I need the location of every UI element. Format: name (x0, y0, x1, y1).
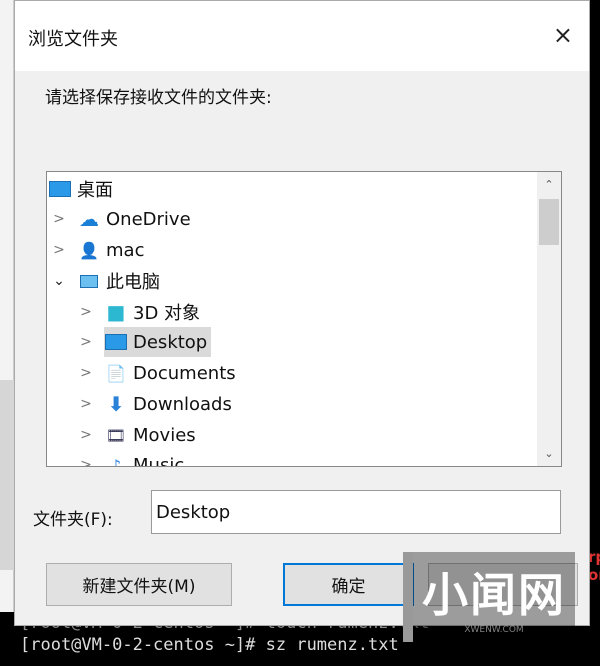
scroll-down-icon[interactable]: ⌄ (537, 447, 561, 460)
scroll-up-icon[interactable]: ⌃ (537, 178, 561, 191)
cube-icon: ■ (106, 300, 126, 324)
tree-item-label: Desktop (133, 331, 208, 353)
background-window-edge (0, 0, 14, 620)
user-folder-icon: 👤 (79, 240, 99, 260)
prompt-text: 请选择保存接收文件的文件夹: (45, 88, 272, 108)
desktop-icon (48, 179, 72, 199)
tree-item-label: 桌面 (77, 180, 113, 201)
film-icon: 🎞 (105, 425, 127, 445)
desktop-icon (104, 332, 128, 352)
dialog-title: 浏览文件夹 (28, 29, 118, 50)
watermark: 小闻网 XWENW.COM (403, 552, 575, 642)
chevron-right-icon[interactable]: > (78, 334, 94, 350)
chevron-right-icon[interactable]: > (51, 242, 67, 258)
folder-input[interactable] (151, 490, 561, 534)
tree-item-documents[interactable]: > 📄 Documents (78, 360, 236, 386)
ok-button[interactable]: 确定 (283, 563, 414, 606)
chevron-right-icon[interactable]: > (78, 457, 94, 466)
browse-folder-dialog: 浏览文件夹 × 请选择保存接收文件的文件夹: 桌面 > ☁ OneDrive >… (14, 0, 590, 626)
tree-item-label: Music (133, 454, 185, 467)
document-icon: 📄 (106, 363, 126, 383)
tree-item-desktop[interactable]: > Desktop (78, 327, 212, 357)
chevron-right-icon[interactable]: > (78, 304, 94, 320)
folder-tree[interactable]: 桌面 > ☁ OneDrive > 👤 mac ⌄ 此电脑 > ■ 3D 对象 … (46, 171, 562, 467)
new-folder-button[interactable]: 新建文件夹(M) (46, 563, 232, 606)
close-icon[interactable]: × (553, 21, 573, 49)
chevron-right-icon[interactable]: > (78, 427, 94, 443)
tree-item-label: mac (106, 239, 145, 261)
tree-item-label: Movies (133, 424, 196, 446)
download-icon: ⬇ (107, 392, 125, 416)
tree-item-3d-objects[interactable]: > ■ 3D 对象 (78, 299, 200, 325)
folder-label: 文件夹(F): (33, 510, 113, 530)
tree-item-onedrive[interactable]: > ☁ OneDrive (51, 206, 191, 232)
chevron-down-icon[interactable]: ⌄ (51, 273, 67, 289)
tree-item-label: 3D 对象 (133, 303, 201, 324)
chevron-right-icon[interactable]: > (78, 365, 94, 381)
scrollbar-thumb[interactable] (539, 199, 559, 245)
chevron-right-icon[interactable]: > (78, 396, 94, 412)
music-icon: ♪ (110, 455, 122, 467)
tree-item-label: 此电脑 (106, 272, 160, 293)
tree-item-label: Downloads (133, 393, 232, 415)
tree-item-label: Documents (133, 362, 236, 384)
title-bar: 浏览文件夹 × (15, 1, 589, 71)
tree-item-downloads[interactable]: > ⬇ Downloads (78, 391, 232, 417)
watermark-subtext: XWENW.COM (464, 625, 524, 635)
chevron-right-icon[interactable]: > (51, 211, 67, 227)
tree-item-mac[interactable]: > 👤 mac (51, 237, 144, 263)
tree-item-desktop-root[interactable]: 桌面 (48, 176, 113, 202)
vertical-scrollbar[interactable]: ⌃ ⌄ (537, 172, 561, 466)
computer-icon (77, 271, 101, 291)
tree-item-this-pc[interactable]: ⌄ 此电脑 (51, 268, 160, 294)
tree-item-label: OneDrive (106, 208, 191, 230)
tree-item-movies[interactable]: > 🎞 Movies (78, 422, 196, 448)
tree-item-music[interactable]: > ♪ Music (78, 452, 184, 467)
cloud-icon: ☁ (79, 207, 99, 231)
watermark-text: 小闻网 (422, 568, 566, 622)
